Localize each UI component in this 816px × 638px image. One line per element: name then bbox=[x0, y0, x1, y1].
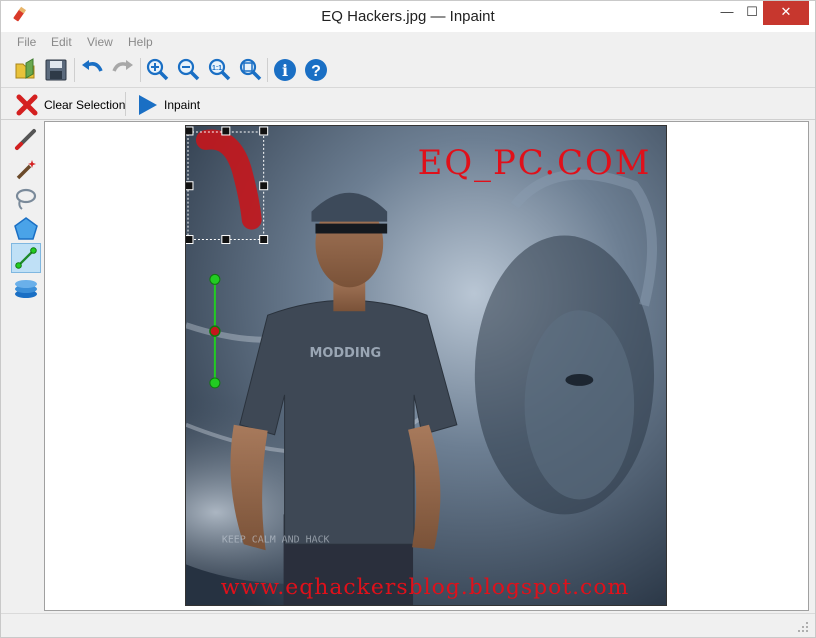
magic-wand-icon[interactable] bbox=[11, 154, 41, 184]
background-scribble: KEEP CALM AND HACK bbox=[222, 534, 330, 545]
save-icon[interactable] bbox=[42, 56, 70, 84]
toolbar-separator bbox=[267, 58, 268, 82]
info-icon[interactable]: i bbox=[271, 56, 299, 84]
selection-handle[interactable] bbox=[221, 235, 231, 245]
zoom-fit-icon[interactable] bbox=[236, 56, 264, 84]
app-window: EQ Hackers.jpg — Inpaint — ☐ ✕ File Edit… bbox=[0, 0, 816, 638]
svg-text:1:1: 1:1 bbox=[212, 65, 222, 72]
resize-grip-icon[interactable] bbox=[797, 621, 809, 633]
toolbar-separator bbox=[74, 58, 75, 82]
marker-icon[interactable] bbox=[11, 124, 41, 154]
minimize-button[interactable]: — bbox=[713, 1, 741, 25]
watermark-top: EQ_PC.COM bbox=[418, 143, 652, 183]
background-face-eye bbox=[565, 373, 594, 386]
guide-handle-middle[interactable] bbox=[209, 325, 221, 337]
action-toolbar: Clear Selection Inpaint bbox=[1, 87, 815, 120]
selection-handle[interactable] bbox=[221, 126, 231, 136]
selection-handle[interactable] bbox=[185, 126, 194, 136]
watermark-bottom: www.eqhackersblog.blogspot.com bbox=[221, 575, 630, 600]
open-folder-icon[interactable] bbox=[12, 56, 40, 84]
lasso-icon[interactable] bbox=[11, 184, 41, 214]
photo-canvas[interactable]: MODDING EQ_PC.COM www.eqhackersblog.blog… bbox=[185, 125, 667, 606]
menu-file[interactable]: File bbox=[17, 35, 36, 49]
shirt-print: MODDING bbox=[310, 346, 382, 361]
svg-text:i: i bbox=[282, 61, 288, 80]
background-face bbox=[524, 310, 635, 500]
toolbar-separator bbox=[125, 92, 126, 116]
guide-handle-top[interactable] bbox=[209, 273, 221, 285]
svg-text:?: ? bbox=[311, 63, 321, 80]
sunglasses bbox=[315, 223, 388, 234]
window-title: EQ Hackers.jpg — Inpaint bbox=[321, 8, 495, 25]
canvas-area[interactable]: MODDING EQ_PC.COM www.eqhackersblog.blog… bbox=[44, 121, 809, 611]
selection-handle[interactable] bbox=[259, 126, 269, 136]
tool-palette bbox=[9, 122, 43, 610]
main-toolbar: 1:1 i ? bbox=[1, 53, 815, 86]
guide-lines-icon[interactable] bbox=[11, 243, 41, 273]
help-icon[interactable]: ? bbox=[302, 56, 330, 84]
inpaint-label: Inpaint bbox=[164, 98, 201, 112]
inpaint-button[interactable]: Inpaint bbox=[135, 92, 200, 118]
polygonal-lasso-icon[interactable] bbox=[11, 214, 41, 244]
selection-handle[interactable] bbox=[185, 235, 194, 245]
red-x-icon bbox=[16, 94, 38, 116]
selection-handle[interactable] bbox=[185, 181, 194, 191]
clear-selection-button[interactable]: Clear Selection bbox=[15, 92, 125, 118]
layers-icon[interactable] bbox=[11, 274, 41, 304]
menu-view[interactable]: View bbox=[87, 35, 113, 49]
redo-icon bbox=[112, 60, 133, 72]
toolbar-separator bbox=[140, 58, 141, 82]
status-bar bbox=[1, 613, 815, 637]
guide-handle-bottom[interactable] bbox=[209, 377, 221, 389]
close-button[interactable]: ✕ bbox=[763, 1, 809, 25]
zoom-actual-size-icon[interactable]: 1:1 bbox=[205, 56, 233, 84]
selection-handle[interactable] bbox=[259, 235, 269, 245]
title-bar: EQ Hackers.jpg — Inpaint — ☐ ✕ bbox=[1, 1, 815, 32]
menu-edit[interactable]: Edit bbox=[51, 35, 72, 49]
zoom-in-icon[interactable] bbox=[143, 56, 171, 84]
undo-icon[interactable] bbox=[78, 56, 106, 84]
menu-help[interactable]: Help bbox=[128, 35, 153, 49]
zoom-out-icon[interactable] bbox=[174, 56, 202, 84]
clear-selection-label: Clear Selection bbox=[44, 98, 126, 112]
selection-handle[interactable] bbox=[259, 181, 269, 191]
play-icon bbox=[139, 95, 157, 115]
maximize-button[interactable]: ☐ bbox=[738, 1, 766, 25]
menu-bar: File Edit View Help bbox=[1, 32, 815, 53]
